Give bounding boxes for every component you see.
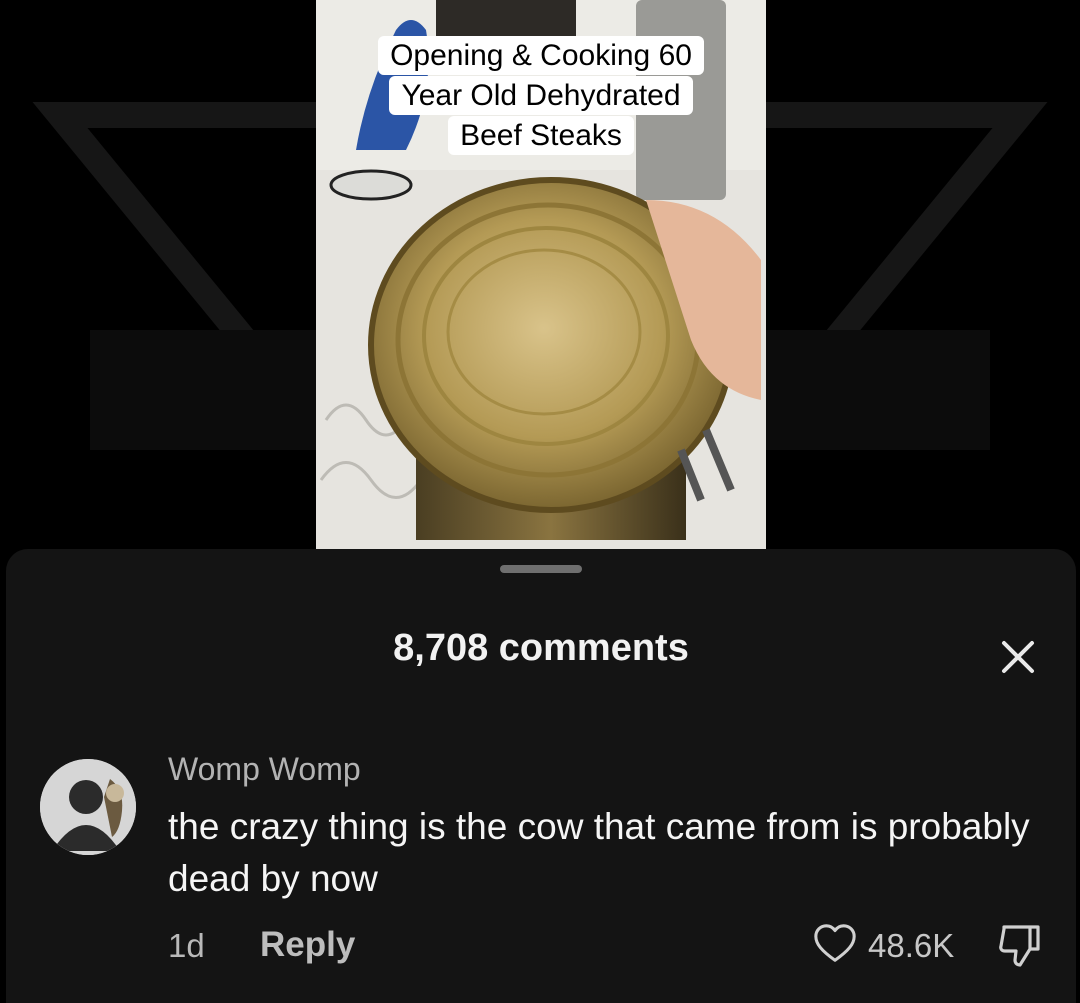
- comment-item: Womp Womp the crazy thing is the cow tha…: [6, 749, 1076, 989]
- drag-handle[interactable]: [500, 565, 582, 573]
- default-avatar-icon[interactable]: [40, 759, 136, 855]
- like-count: 48.6K: [868, 927, 955, 964]
- video-thumbnail[interactable]: Opening & Cooking 60 Year Old Dehydrated…: [316, 0, 766, 550]
- heart-outline-icon: [814, 924, 856, 962]
- comment-text: the crazy thing is the cow that came fro…: [168, 806, 1030, 899]
- caption-line-2: Year Old Dehydrated: [389, 76, 693, 115]
- thumbs-down-icon[interactable]: [996, 921, 1044, 969]
- caption-line-1: Opening & Cooking 60: [378, 36, 704, 75]
- caption-line-3: Beef Steaks: [448, 116, 634, 155]
- comment-author[interactable]: Womp Womp: [168, 751, 361, 788]
- comments-sheet: 8,708 comments Womp Womp the crazy thing…: [6, 549, 1076, 1003]
- comment-age: 1d: [168, 927, 205, 964]
- comments-count-title: 8,708 comments: [393, 627, 689, 669]
- reply-button[interactable]: Reply: [260, 925, 355, 965]
- video-caption: Opening & Cooking 60 Year Old Dehydrated…: [350, 36, 732, 156]
- close-icon[interactable]: [994, 633, 1042, 681]
